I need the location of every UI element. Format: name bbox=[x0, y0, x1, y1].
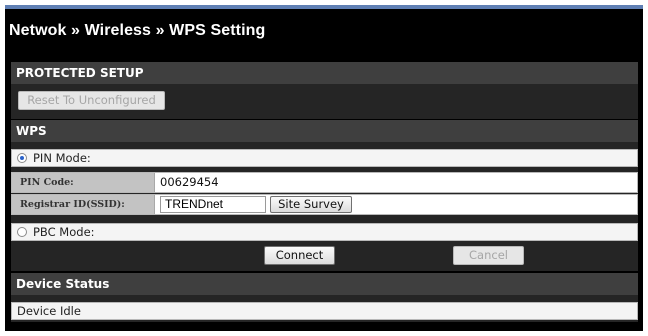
device-status-header: Device Status bbox=[11, 273, 638, 295]
registrar-ssid-input[interactable]: TRENDnet bbox=[160, 196, 266, 213]
protected-setup-row: Reset To Unconfigured bbox=[11, 84, 638, 119]
protected-setup-header: PROTECTED SETUP bbox=[11, 62, 638, 84]
pin-code-value: 00629454 bbox=[160, 175, 219, 189]
registrar-row: Registrar ID(SSID): TRENDnet Site Survey bbox=[11, 194, 638, 215]
device-status-value: Device Idle bbox=[11, 302, 638, 320]
registrar-id-label: Registrar ID(SSID): bbox=[12, 195, 155, 214]
site-survey-button[interactable]: Site Survey bbox=[270, 196, 352, 213]
cancel-button[interactable]: Cancel bbox=[453, 246, 524, 265]
pin-mode-radio[interactable] bbox=[17, 153, 27, 163]
pin-code-row: PIN Code: 00629454 bbox=[11, 172, 638, 193]
pbc-mode-radio[interactable] bbox=[17, 227, 27, 237]
reset-to-unconfigured-button[interactable]: Reset To Unconfigured bbox=[18, 91, 165, 110]
connect-button[interactable]: Connect bbox=[264, 246, 335, 265]
page-title: Netwok » Wireless » WPS Setting bbox=[9, 22, 266, 39]
wps-header: WPS bbox=[11, 120, 638, 142]
pin-code-label: PIN Code: bbox=[12, 173, 155, 192]
pbc-mode-row[interactable]: PBC Mode: bbox=[11, 223, 638, 241]
pbc-mode-label: PBC Mode: bbox=[33, 225, 95, 239]
pin-mode-row[interactable]: PIN Mode: bbox=[11, 149, 638, 167]
pin-mode-label: PIN Mode: bbox=[33, 151, 91, 165]
